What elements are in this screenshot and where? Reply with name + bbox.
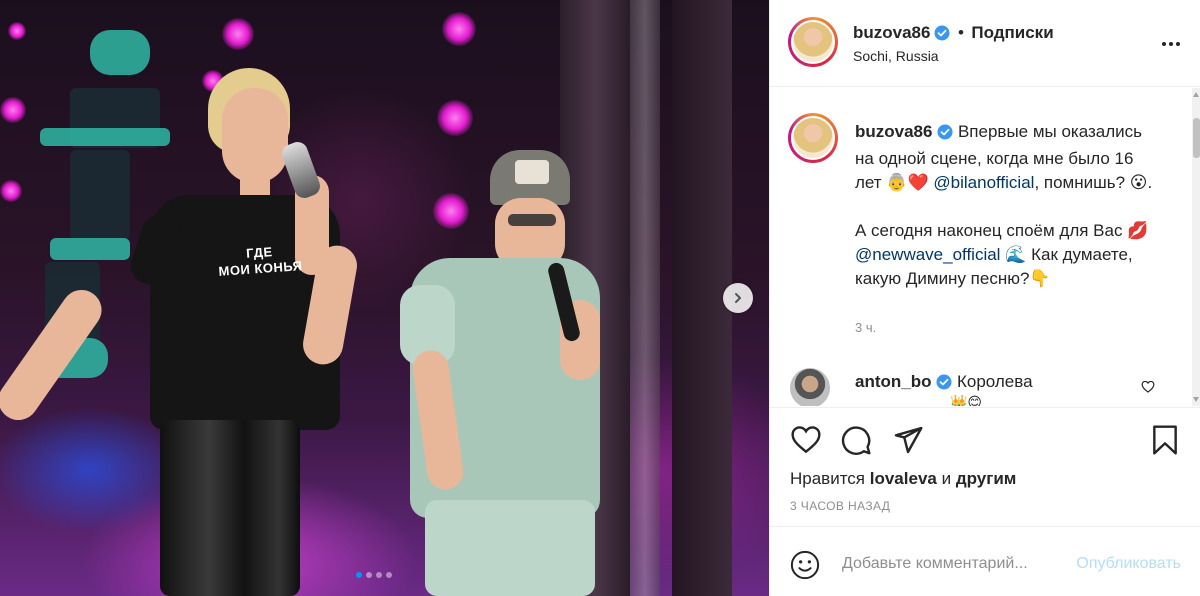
posted-time[interactable]: 3 ЧАСОВ НАЗАД [790, 499, 890, 513]
post-actions: Нравится lovaleva и другим 3 ЧАСОВ НАЗАД [770, 407, 1200, 527]
caption-avatar[interactable] [788, 113, 838, 163]
post-caption: buzova86 Впервые мы оказались на одной с… [855, 120, 1155, 291]
following-button[interactable]: Подписки [971, 23, 1053, 42]
carousel-dot [366, 572, 372, 578]
post-details-panel: buzova86 • Подписки Sochi, Russia buzova… [769, 0, 1200, 596]
paper-plane-icon[interactable] [892, 424, 924, 461]
verified-badge-icon [937, 123, 953, 147]
performer-man [0, 0, 769, 596]
comments-section[interactable]: buzova86 Впервые мы оказались на одной с… [770, 88, 1200, 406]
username-link[interactable]: buzova86 [853, 23, 930, 42]
comment-body: Королева [956, 372, 1033, 391]
avatar[interactable] [788, 17, 838, 67]
verified-badge-icon [934, 25, 950, 46]
smiley-icon[interactable] [790, 550, 820, 585]
next-photo-button[interactable] [723, 283, 753, 313]
likes-and: и [941, 469, 952, 488]
comment-username[interactable]: anton_bo [855, 372, 932, 391]
likes-prefix: Нравится [790, 469, 866, 488]
comment-avatar[interactable] [790, 368, 830, 406]
likes-others-link[interactable]: другим [956, 469, 1017, 488]
likes-summary[interactable]: Нравится lovaleva и другим [790, 469, 1016, 489]
heart-outline-icon[interactable] [1141, 380, 1155, 398]
comment: anton_bo Королева [855, 372, 1033, 395]
mention-link[interactable]: @bilanofficial [933, 173, 1034, 192]
separator-dot: • [957, 23, 964, 42]
mention-link[interactable]: @newwave_official [855, 245, 1000, 264]
header-user-line: buzova86 • Подписки [853, 23, 1054, 46]
comment-input[interactable] [842, 550, 1057, 578]
carousel-indicator [356, 572, 392, 578]
comments-scrollbar[interactable] [1192, 88, 1200, 406]
more-horizontal-icon[interactable] [1161, 34, 1181, 52]
comment-icon[interactable] [840, 424, 872, 461]
caption-time[interactable]: 3 ч. [855, 320, 876, 335]
location-link[interactable]: Sochi, Russia [853, 48, 939, 64]
caption-text: , помнишь? 😮. [1034, 173, 1153, 192]
chevron-right-icon [735, 293, 741, 303]
post-photo[interactable]: ГДЕ МОИ КОНЬЯ [0, 0, 769, 596]
carousel-dot [386, 572, 392, 578]
caption-username[interactable]: buzova86 [855, 122, 932, 141]
publish-button[interactable]: Опубликовать [1076, 555, 1181, 573]
carousel-dot [356, 572, 362, 578]
add-comment-bar: Опубликовать [770, 528, 1200, 596]
bookmark-icon[interactable] [1150, 424, 1180, 461]
carousel-dot [376, 572, 382, 578]
caption-text: А сегодня наконец споём для Вас 💋 [855, 221, 1149, 240]
verified-badge-icon [936, 374, 952, 395]
likes-user-link[interactable]: lovaleva [870, 469, 937, 488]
heart-outline-icon[interactable] [790, 424, 822, 459]
comment-emoji: 👑😊 [950, 394, 983, 406]
post-header: buzova86 • Подписки Sochi, Russia [770, 0, 1200, 87]
